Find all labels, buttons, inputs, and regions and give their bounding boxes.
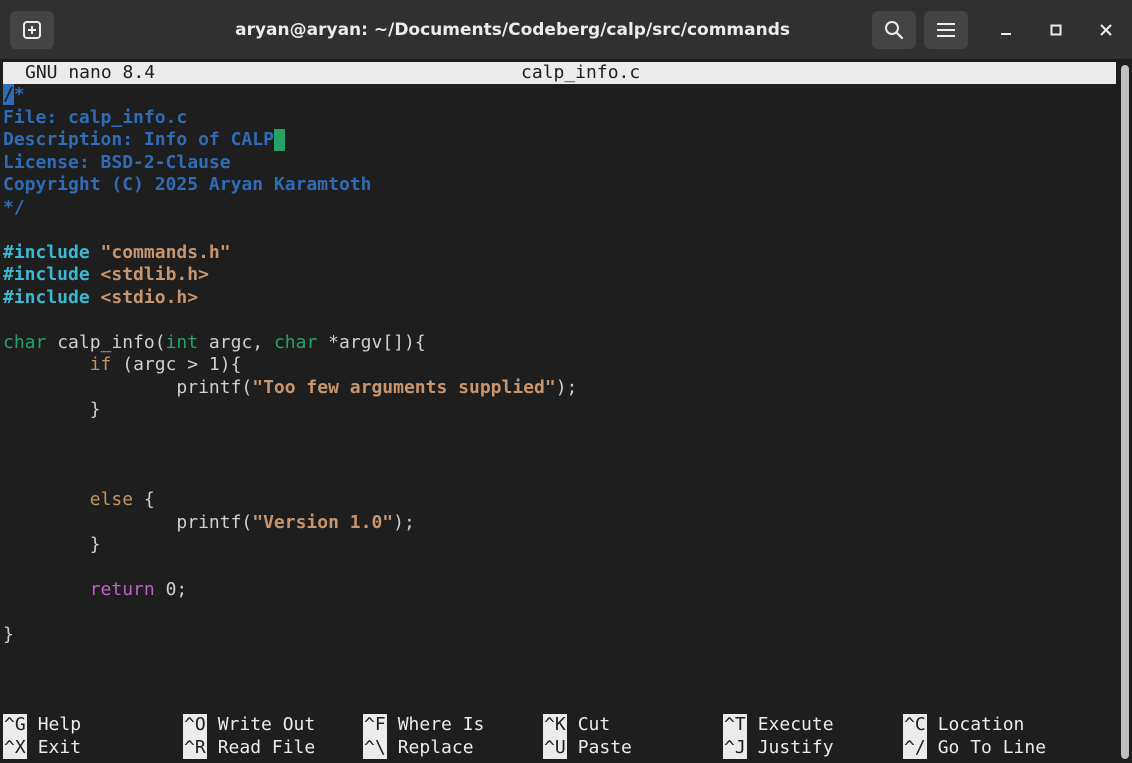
shortcut-go-to-line[interactable]: ^/Go To Line [903,736,1046,759]
close-button[interactable] [1092,16,1120,44]
new-tab-icon [23,21,41,39]
code-line: Copyright (C) 2025 Aryan Karamtoth [3,174,372,195]
nano-filename: calp_info.c [521,62,641,83]
minimize-icon [1001,33,1011,35]
code-line: #include "commands.h" [3,241,231,263]
search-button[interactable] [872,11,916,49]
terminal-window: aryan@aryan: ~/Documents/Codeberg/calp/s… [0,0,1132,763]
shortcut-execute[interactable]: ^T Execute [723,714,834,737]
shortcut-write-out[interactable]: ^O Write Out [183,714,315,737]
code-line: } [89,399,101,420]
code-line: char calp_info(int argc, char *argv[]){ [3,331,426,353]
text-cursor [273,129,285,151]
scrollbar-thumb[interactable] [1121,65,1129,759]
vertical-scrollbar[interactable] [1118,61,1132,763]
code-line: /* [3,84,25,105]
shortcut-help[interactable]: ^G Help [3,714,81,737]
shortcut-justify[interactable]: ^J Justify [723,736,834,759]
title-bar: aryan@aryan: ~/Documents/Codeberg/calp/s… [0,0,1132,60]
shortcut-paste[interactable]: ^U Paste [543,736,632,759]
menu-button[interactable] [924,11,968,49]
terminal-content[interactable]: GNU nano 8.4 calp_info.c /* File: calp_i… [0,61,1118,763]
nano-header-bar: GNU nano 8.4 calp_info.c [3,62,1116,84]
nano-version: GNU nano 8.4 [25,62,156,83]
code-line: } [89,534,101,555]
code-line: */ [3,196,25,218]
code-line: else { [89,489,155,510]
shortcut-cut[interactable]: ^K Cut [543,714,610,737]
code-line: File: calp_info.c [3,106,188,128]
search-icon [885,21,904,40]
new-tab-button[interactable] [10,11,54,49]
close-icon [1100,24,1112,36]
minimize-button[interactable] [992,16,1020,44]
code-line: printf("Version 1.0"); [176,511,415,533]
code-line: #include <stdio.h> [3,286,199,308]
shortcut-where-is[interactable]: ^F Where Is [363,714,484,737]
maximize-icon [1050,24,1062,36]
code-line: return 0; [89,579,188,600]
shortcut-location[interactable]: ^C Location [903,714,1024,737]
code-line: printf("Too few arguments supplied"); [176,376,578,398]
code-line: Description: Info of CALP [3,129,1118,152]
code-line: } [3,624,14,645]
code-line: License: BSD-2-Clause [3,151,231,173]
shortcut-exit[interactable]: ^X Exit [3,736,81,759]
window-title: aryan@aryan: ~/Documents/Codeberg/calp/s… [235,20,790,40]
code-line: #include <stdlib.h> [3,264,209,285]
shortcut-replace[interactable]: ^\ Replace [363,736,474,759]
shortcut-read-file[interactable]: ^R Read File [183,736,315,759]
code-line: if (argc > 1){ [89,354,242,375]
maximize-button[interactable] [1042,16,1070,44]
hamburger-menu-icon [937,23,955,37]
